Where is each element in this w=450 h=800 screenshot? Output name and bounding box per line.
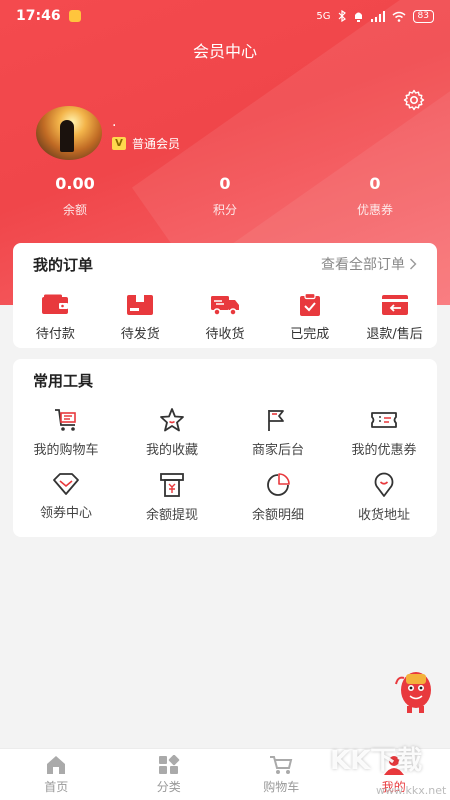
- order-status-label: 待发货: [120, 327, 160, 342]
- tools-title: 常用工具: [33, 371, 94, 390]
- account-stats: 0.00 余额 0 积分 0 优惠券: [0, 174, 450, 218]
- tool-label: 我的购物车: [33, 443, 99, 458]
- tool-my-cart[interactable]: 我的购物车: [13, 407, 119, 458]
- tab-label: 首页: [44, 779, 69, 794]
- orders-card: 我的订单 查看全部订单 待付款 待发货 待收货 已完成 退款/售后: [13, 243, 437, 348]
- avatar[interactable]: [36, 106, 102, 160]
- tool-label: 我的优惠券: [351, 443, 417, 458]
- status-bar: 17:46 5G 83: [0, 0, 450, 32]
- tool-merchant-backend[interactable]: 商家后台: [225, 407, 331, 458]
- category-icon: [158, 754, 179, 774]
- network-label: 5G: [316, 10, 331, 22]
- cart-icon: [270, 755, 293, 774]
- stat-coupons[interactable]: 0 优惠券: [300, 174, 450, 218]
- tool-balance-withdraw[interactable]: 余额提现: [119, 472, 225, 523]
- view-all-orders-link[interactable]: 查看全部订单: [321, 254, 417, 274]
- signal-icon: [370, 10, 385, 22]
- tool-label: 我的收藏: [145, 443, 198, 458]
- pie-icon: [267, 473, 290, 496]
- package-icon: [127, 295, 154, 315]
- tab-label: 分类: [156, 779, 181, 794]
- profile-meta: . V 普通会员: [112, 115, 180, 152]
- tool-my-favorites[interactable]: 我的收藏: [119, 407, 225, 458]
- watermark-logo: KK下载 www.kkx.net: [330, 740, 446, 797]
- tab-category[interactable]: 分类: [113, 749, 226, 800]
- flag-icon: [268, 410, 284, 431]
- tools-header: 常用工具: [13, 359, 437, 401]
- tool-shipping-address[interactable]: 收货地址: [331, 472, 437, 523]
- stat-label: 积分: [212, 203, 237, 217]
- tab-cart[interactable]: 购物车: [225, 749, 338, 800]
- orders-header: 我的订单 查看全部订单: [13, 243, 437, 285]
- wifi-icon: [392, 11, 406, 22]
- bluetooth-icon: [338, 10, 346, 22]
- tab-home[interactable]: 首页: [0, 749, 113, 800]
- tools-row: 领券中心 余额提现 余额明细 收货地址: [13, 472, 437, 523]
- status-indicators: 5G 83: [316, 9, 434, 23]
- stat-value: 0: [369, 174, 381, 193]
- stat-value: 0: [219, 174, 231, 193]
- page-title: 会员中心: [192, 42, 257, 61]
- tool-label: 余额明细: [251, 508, 304, 523]
- wallet-icon: [42, 294, 69, 314]
- watermark-url: www.kkx.net: [376, 784, 447, 797]
- tab-label: 购物车: [263, 779, 300, 794]
- notification-app-icon: [68, 10, 81, 22]
- user-profile[interactable]: . V 普通会员: [36, 106, 180, 160]
- order-refund-aftersale[interactable]: 退款/售后: [352, 293, 437, 342]
- order-pending-receipt[interactable]: 待收货: [183, 293, 268, 342]
- order-status-label: 待付款: [35, 327, 75, 342]
- clipboard-check-icon: [299, 293, 320, 316]
- tools-card: 常用工具 我的购物车 我的收藏 商家后台 我的优惠券 领券中心 余额提现 余额明…: [13, 359, 437, 537]
- user-name: .: [112, 113, 117, 130]
- stat-balance[interactable]: 0.00 余额: [0, 174, 150, 218]
- tool-label: 余额提现: [145, 508, 198, 523]
- home-icon: [47, 755, 66, 774]
- orders-title: 我的订单: [33, 255, 94, 274]
- order-status-label: 已完成: [290, 327, 330, 342]
- location-icon: [374, 472, 394, 497]
- status-time: 17:46: [16, 8, 61, 24]
- member-level: V 普通会员: [112, 135, 180, 152]
- order-status-label: 待收货: [205, 327, 245, 342]
- stat-label: 余额: [62, 203, 87, 217]
- view-all-orders-label: 查看全部订单: [321, 257, 405, 273]
- truck-icon: [210, 296, 239, 316]
- vip-badge-icon: V: [112, 136, 126, 150]
- orders-row: 待付款 待发货 待收货 已完成 退款/售后: [13, 293, 437, 342]
- tools-row: 我的购物车 我的收藏 商家后台 我的优惠券: [13, 407, 437, 458]
- chevron-right-icon: [410, 258, 417, 270]
- stat-label: 优惠券: [356, 203, 393, 217]
- watermark-text: KK下载: [330, 746, 423, 776]
- tool-label: 收货地址: [357, 508, 410, 523]
- order-pending-payment[interactable]: 待付款: [13, 293, 98, 342]
- tool-my-coupons[interactable]: 我的优惠券: [331, 407, 437, 458]
- tool-label: 商家后台: [251, 443, 304, 458]
- withdraw-icon: [160, 473, 184, 497]
- diamond-icon: [53, 473, 79, 495]
- battery-indicator: 83: [412, 9, 434, 23]
- settings-gear-icon[interactable]: [402, 88, 426, 112]
- stat-points[interactable]: 0 积分: [150, 174, 300, 218]
- order-status-label: 退款/售后: [366, 327, 423, 342]
- member-level-label: 普通会员: [132, 136, 181, 151]
- star-icon: [160, 408, 184, 432]
- floating-mascot-icon[interactable]: [392, 666, 436, 714]
- cart-icon: [55, 409, 76, 431]
- ticket-icon: [371, 412, 397, 428]
- tool-label: 领券中心: [39, 506, 92, 521]
- order-pending-shipment[interactable]: 待发货: [98, 293, 183, 342]
- bell-icon: [354, 12, 362, 22]
- refund-icon: [381, 295, 408, 315]
- order-completed[interactable]: 已完成: [267, 293, 352, 342]
- tool-coupon-center[interactable]: 领券中心: [13, 472, 119, 523]
- stat-value: 0.00: [55, 174, 95, 193]
- tool-balance-details[interactable]: 余额明细: [225, 472, 331, 523]
